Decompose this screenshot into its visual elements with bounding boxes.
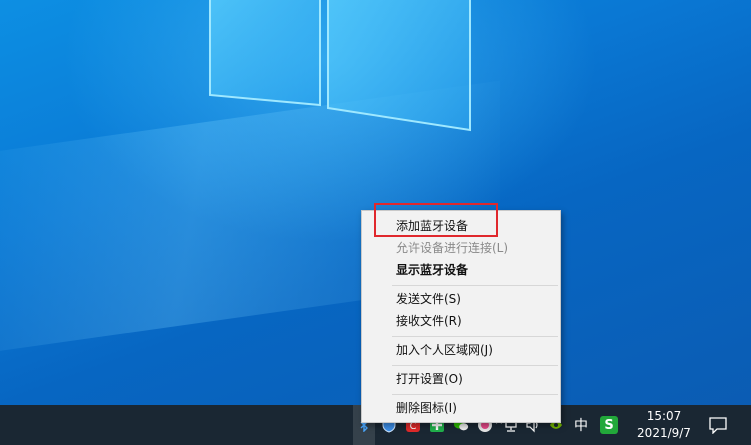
menu-item-send-file[interactable]: 发送文件(S) [362, 288, 560, 310]
menu-item-allow-connection[interactable]: 允许设备进行连接(L) [362, 237, 560, 259]
clock-date: 2021/9/7 [637, 426, 691, 440]
menu-separator [392, 365, 558, 366]
menu-separator [392, 285, 558, 286]
bluetooth-context-menu: 添加蓝牙设备 允许设备进行连接(L) 显示蓝牙设备 发送文件(S) 接收文件(R… [361, 210, 561, 423]
menu-separator [392, 394, 558, 395]
menu-separator [392, 336, 558, 337]
menu-item-open-settings[interactable]: 打开设置(O) [362, 368, 560, 390]
menu-item-receive-file[interactable]: 接收文件(R) [362, 310, 560, 332]
windows-logo [209, 0, 471, 132]
notification-center-icon[interactable] [708, 416, 728, 434]
menu-item-remove-icon[interactable]: 删除图标(I) [362, 397, 560, 419]
menu-item-show-bluetooth-devices[interactable]: 显示蓝牙设备 [362, 259, 560, 281]
menu-item-join-pan[interactable]: 加入个人区域网(J) [362, 339, 560, 361]
sogou-input-icon[interactable]: S [600, 416, 618, 434]
clock-time: 15:07 [646, 409, 682, 423]
ime-mode-indicator[interactable]: 中 [574, 415, 588, 435]
annotation-highlight-box [374, 203, 498, 237]
taskbar-clock[interactable]: 15:07 2021/9/7 [630, 408, 698, 442]
